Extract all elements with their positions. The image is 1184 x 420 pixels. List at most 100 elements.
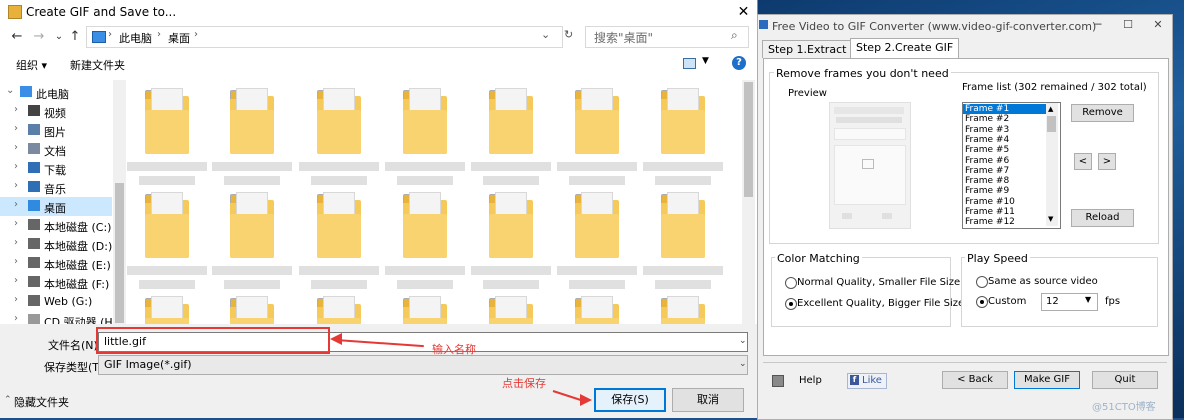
speed-dropdown-icon[interactable]: ▼ bbox=[1085, 295, 1091, 304]
sidebar-scrollbar-thumb[interactable] bbox=[115, 183, 124, 323]
chevron-right-icon[interactable]: › bbox=[14, 237, 18, 248]
reload-button[interactable]: Reload bbox=[1071, 209, 1134, 227]
frame-list-item[interactable]: Frame #12 bbox=[963, 217, 1049, 227]
chevron-right-icon[interactable]: › bbox=[14, 180, 18, 191]
quit-button[interactable]: Quit bbox=[1092, 371, 1158, 389]
save-button[interactable]: 保存(S) bbox=[594, 388, 666, 412]
sidebar-item[interactable]: › 本地磁盘 (C:) bbox=[0, 216, 112, 235]
back-arrow-icon[interactable]: ← bbox=[8, 28, 26, 46]
folder-icon[interactable] bbox=[661, 88, 705, 154]
folder-icon[interactable] bbox=[230, 88, 274, 154]
folder-icon[interactable] bbox=[575, 296, 619, 324]
organize-menu[interactable]: 组织 ▾ bbox=[16, 57, 47, 73]
sidebar-item[interactable]: › 视频 bbox=[0, 102, 112, 121]
address-dropdown-icon[interactable]: ⌄ bbox=[541, 28, 550, 41]
frame-list-item[interactable]: Frame #2 bbox=[963, 114, 1049, 124]
search-input[interactable]: 搜索"桌面" bbox=[594, 29, 653, 46]
sidebar-item[interactable]: › 本地磁盘 (D:) bbox=[0, 235, 112, 254]
folder-icon[interactable] bbox=[230, 296, 274, 324]
prev-frame-button[interactable]: < bbox=[1074, 153, 1092, 170]
chevron-right-icon[interactable]: › bbox=[14, 161, 18, 172]
filetype-select[interactable] bbox=[98, 355, 748, 375]
chevron-right-icon[interactable]: › bbox=[14, 142, 18, 153]
view-options-icon[interactable] bbox=[683, 58, 696, 69]
frame-list-item[interactable]: Frame #9 bbox=[963, 186, 1049, 196]
breadcrumb-this-pc[interactable]: 此电脑 bbox=[119, 30, 152, 46]
sidebar-item[interactable]: › 桌面 bbox=[0, 197, 112, 216]
sidebar-item[interactable]: › 本地磁盘 (E:) bbox=[0, 254, 112, 273]
folder-icon[interactable] bbox=[489, 192, 533, 258]
speed-source-label[interactable]: Same as source video bbox=[988, 276, 1098, 287]
speed-custom-label[interactable]: Custom bbox=[988, 296, 1026, 307]
filetype-value[interactable]: GIF Image(*.gif) bbox=[104, 358, 192, 371]
frame-list-item[interactable]: Frame #8 bbox=[963, 176, 1049, 186]
chevron-down-icon[interactable]: ⌄ bbox=[6, 85, 14, 96]
chevron-right-icon[interactable]: › bbox=[14, 199, 18, 210]
folder-icon[interactable] bbox=[403, 296, 447, 324]
filename-dropdown-icon[interactable]: ⌄ bbox=[739, 336, 747, 346]
close-icon[interactable]: ✕ bbox=[730, 0, 757, 24]
frame-list-item[interactable]: Frame #11 bbox=[963, 207, 1049, 217]
help-book-icon[interactable] bbox=[772, 375, 784, 387]
folder-icon[interactable] bbox=[489, 296, 533, 324]
folder-icon[interactable] bbox=[661, 192, 705, 258]
new-folder-button[interactable]: 新建文件夹 bbox=[70, 57, 125, 73]
folder-icon[interactable] bbox=[575, 88, 619, 154]
hide-folders-toggle[interactable]: 隐藏文件夹 bbox=[14, 394, 69, 410]
chevron-right-icon[interactable]: › bbox=[14, 313, 18, 324]
chevron-right-icon[interactable]: › bbox=[14, 104, 18, 115]
folder-icon[interactable] bbox=[230, 192, 274, 258]
folder-icon[interactable] bbox=[317, 296, 361, 324]
frame-list-item[interactable]: Frame #3 bbox=[963, 125, 1049, 135]
frame-list-item[interactable]: Frame #5 bbox=[963, 145, 1049, 155]
minimize-icon[interactable]: ─ bbox=[1086, 16, 1110, 34]
tab-create-gif[interactable]: Step 2.Create GIF bbox=[850, 38, 960, 59]
color-option-normal-radio[interactable] bbox=[785, 277, 797, 289]
make-gif-button[interactable]: Make GIF bbox=[1014, 371, 1080, 389]
speed-value[interactable]: 12 bbox=[1046, 296, 1059, 307]
chevron-right-icon[interactable]: › bbox=[14, 123, 18, 134]
refresh-icon[interactable]: ↻ bbox=[564, 28, 573, 41]
sidebar-item[interactable]: ⌄ 此电脑 bbox=[0, 83, 112, 102]
folder-icon[interactable] bbox=[317, 88, 361, 154]
frame-list-item[interactable]: Frame #7 bbox=[963, 166, 1049, 176]
color-option-excellent-radio[interactable] bbox=[785, 298, 797, 310]
breadcrumb-desktop[interactable]: 桌面 bbox=[168, 30, 190, 46]
help-link[interactable]: Help bbox=[799, 375, 822, 386]
like-label[interactable]: Like bbox=[862, 375, 882, 386]
sidebar-item[interactable]: › 文档 bbox=[0, 140, 112, 159]
help-icon[interactable]: ? bbox=[732, 56, 746, 70]
view-dropdown-icon[interactable]: ▼ bbox=[702, 56, 709, 66]
back-button[interactable]: < Back bbox=[942, 371, 1008, 389]
remove-button[interactable]: Remove bbox=[1071, 104, 1134, 122]
frame-list-item[interactable]: Frame #4 bbox=[963, 135, 1049, 145]
frame-list-item[interactable]: Frame #6 bbox=[963, 156, 1049, 166]
folder-icon[interactable] bbox=[145, 88, 189, 154]
forward-arrow-icon[interactable]: → bbox=[30, 28, 48, 46]
sidebar-item[interactable]: › 本地磁盘 (F:) bbox=[0, 273, 112, 292]
search-icon[interactable]: ⌕ bbox=[731, 28, 738, 43]
frame-list-scrollbar[interactable]: ▲ ▼ bbox=[1046, 103, 1058, 226]
chevron-right-icon[interactable]: › bbox=[14, 256, 18, 267]
sidebar-item[interactable]: › Web (G:) bbox=[0, 292, 112, 311]
next-frame-button[interactable]: > bbox=[1098, 153, 1116, 170]
chevron-up-icon[interactable]: ⌃ bbox=[4, 395, 12, 405]
chevron-right-icon[interactable]: › bbox=[14, 294, 18, 305]
sidebar-item[interactable]: › 音乐 bbox=[0, 178, 112, 197]
chevron-right-icon[interactable]: › bbox=[14, 218, 18, 229]
sidebar-item[interactable]: › 图片 bbox=[0, 121, 112, 140]
frame-list-item[interactable]: Frame #1 bbox=[963, 104, 1049, 115]
folder-icon[interactable] bbox=[489, 88, 533, 154]
chevron-right-icon[interactable]: › bbox=[14, 275, 18, 286]
maximize-icon[interactable]: ☐ bbox=[1116, 16, 1140, 34]
sidebar-item[interactable]: › 下载 bbox=[0, 159, 112, 178]
frame-list-item[interactable]: Frame #10 bbox=[963, 197, 1049, 207]
filetype-dropdown-icon[interactable]: ⌄ bbox=[739, 359, 747, 369]
folder-icon[interactable] bbox=[403, 192, 447, 258]
cancel-button[interactable]: 取消 bbox=[672, 388, 744, 412]
folder-icon[interactable] bbox=[145, 296, 189, 324]
sidebar-item[interactable]: › CD 驱动器 (H:) bbox=[0, 311, 112, 324]
color-option-excellent-label[interactable]: Excellent Quality, Bigger File Size bbox=[797, 298, 964, 309]
file-list-scrollbar-thumb[interactable] bbox=[744, 82, 753, 197]
color-option-normal-label[interactable]: Normal Quality, Smaller File Size bbox=[797, 277, 960, 288]
